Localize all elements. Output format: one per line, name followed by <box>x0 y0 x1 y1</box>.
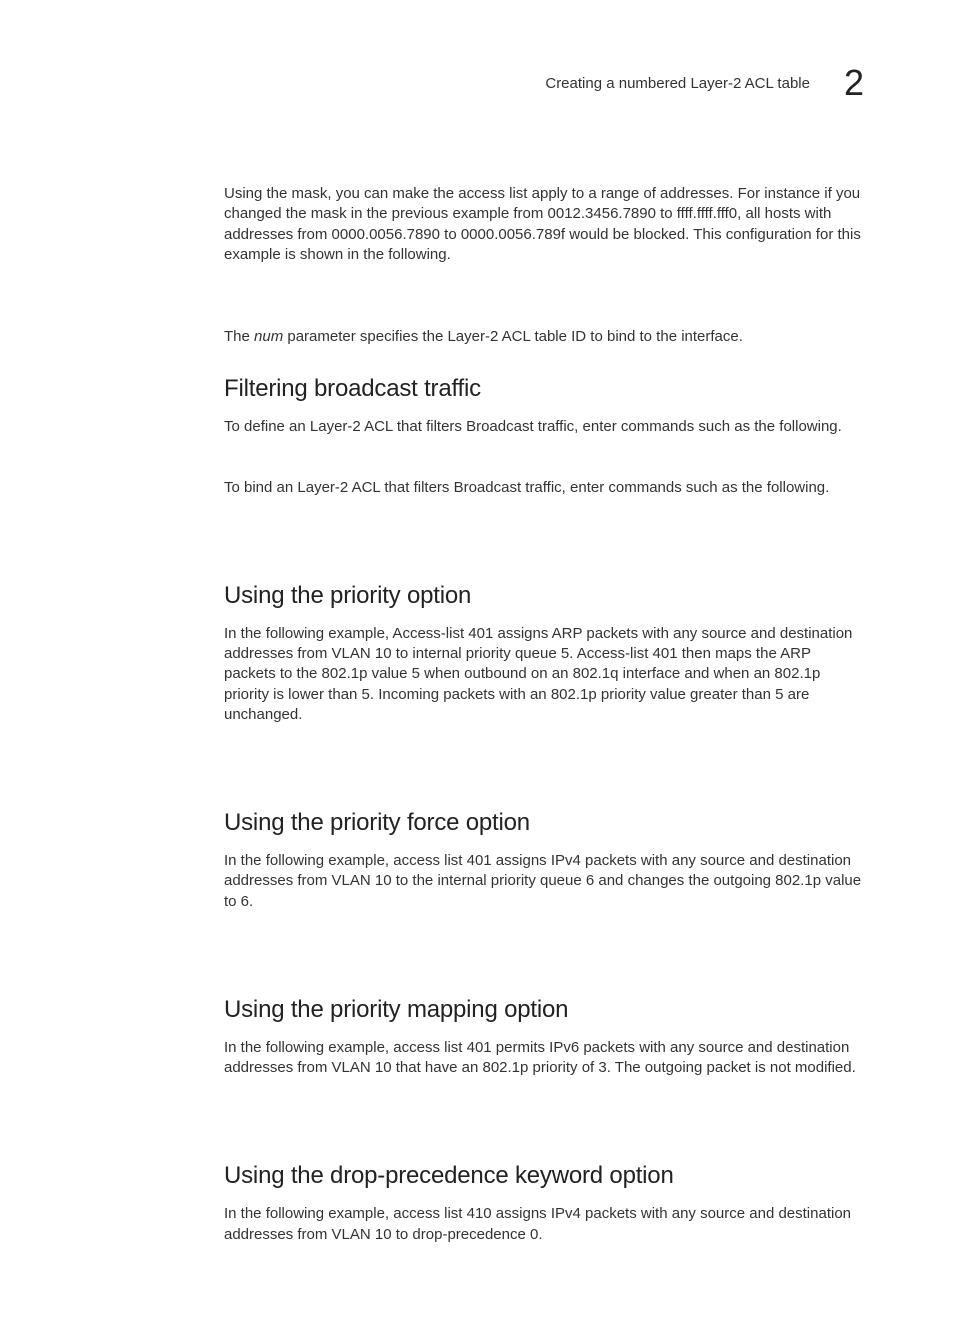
num-param-prefix: The <box>224 328 254 345</box>
filtering-paragraph-1: To define an Layer-2 ACL that filters Br… <box>224 417 864 437</box>
chapter-number: 2 <box>844 62 864 104</box>
drop-precedence-paragraph: In the following example, access list 41… <box>224 1204 864 1245</box>
heading-priority-option: Using the priority option <box>224 582 864 610</box>
running-title: Creating a numbered Layer-2 ACL table <box>545 75 810 92</box>
priority-mapping-paragraph: In the following example, access list 40… <box>224 1038 864 1079</box>
filtering-paragraph-2: To bind an Layer-2 ACL that filters Broa… <box>224 478 864 498</box>
section-gap <box>224 932 864 968</box>
num-param-suffix: parameter specifies the Layer-2 ACL tabl… <box>283 328 743 345</box>
section-gap <box>224 1098 864 1134</box>
num-param-name: num <box>254 328 283 345</box>
heading-priority-force: Using the priority force option <box>224 809 864 837</box>
heading-priority-mapping: Using the priority mapping option <box>224 996 864 1024</box>
heading-drop-precedence: Using the drop-precedence keyword option <box>224 1162 864 1190</box>
section-gap <box>224 518 864 554</box>
section-gap <box>224 745 864 781</box>
running-header: Creating a numbered Layer-2 ACL table 2 <box>224 62 864 104</box>
page-content: Creating a numbered Layer-2 ACL table 2 … <box>0 0 954 1325</box>
heading-filtering-broadcast: Filtering broadcast traffic <box>224 375 864 403</box>
priority-force-paragraph: In the following example, access list 40… <box>224 851 864 912</box>
intro-paragraph: Using the mask, you can make the access … <box>224 184 864 265</box>
num-param-paragraph: The num parameter specifies the Layer-2 … <box>224 327 864 347</box>
priority-paragraph: In the following example, Access-list 40… <box>224 624 864 725</box>
